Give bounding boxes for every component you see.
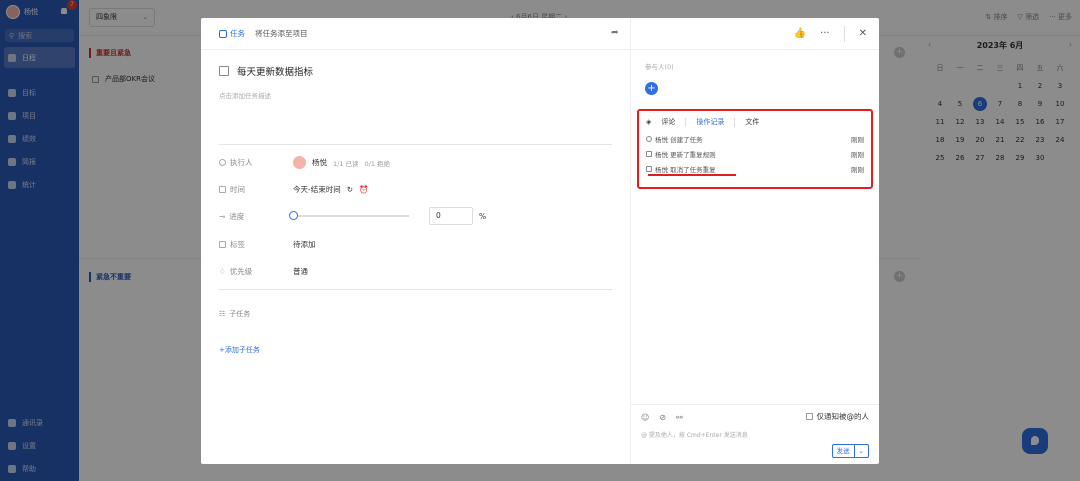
chevron-down-icon[interactable]: ⌄ [853,445,868,457]
user-icon [219,159,226,166]
task-detail-right: 👍 ··· ✕ 参与人(0) + ◈ 评论 操作记录 文件 杨悦 创建了任务 刚… [631,18,879,464]
close-icon[interactable]: ✕ [859,28,867,39]
time-row: 时间 今天-结束时间 ↻ ⏰ [219,184,368,195]
tag-label: 标签 [219,239,293,250]
add-participant-button[interactable]: + [645,82,658,95]
tab-activity-log[interactable]: 操作记录 [696,117,724,127]
comment-composer: ☺ ⊘ ⚯ 仅通知被@的人 @ 提及他人，按 Cmd+Enter 发送消息 发送… [631,404,879,464]
time-label: 时间 [219,184,293,195]
progress-slider-handle[interactable] [289,211,298,220]
log-time: 刚刚 [851,151,864,159]
thumbs-up-icon[interactable]: 👍 [794,28,806,39]
task-detail-left: 任务 将任务添至项目 ➦ 每天更新数据指标 点击添加任务描述 执行人 杨悦 1/… [201,18,631,464]
participants-label: 参与人(0) [645,63,674,71]
assignee-reject-count: 0/1 拒绝 [364,159,391,168]
priority-label: ♢ 优先级 [219,266,293,277]
assignee-row: 执行人 杨悦 1/1 已读 0/1 拒绝 [219,156,390,169]
link-icon[interactable]: ⚯ [676,413,683,422]
assignee-label-text: 执行人 [230,158,253,167]
composer-toolbar: ☺ ⊘ ⚯ [641,413,683,422]
subtask-label-text: 子任务 [229,310,251,318]
tag-label-text: 标签 [230,240,245,249]
task-title[interactable]: 每天更新数据指标 [237,64,313,78]
progress-slider[interactable] [289,211,409,220]
avatar [293,156,306,169]
emoji-icon[interactable]: ☺ [641,413,649,422]
log-time: 刚刚 [851,136,864,144]
comment-input[interactable]: @ 提及他人，按 Cmd+Enter 发送消息 [641,430,748,439]
checkbox-icon [219,29,227,38]
progress-unit: % [479,211,487,221]
assignee-label: 执行人 [219,157,293,168]
activity-panel: ◈ 评论 操作记录 文件 杨悦 创建了任务 刚刚 杨悦 更新了重复规则 刚刚 杨… [637,109,873,189]
tag-icon [219,241,226,248]
divider [219,289,612,290]
list-item: 杨悦 创建了任务 刚刚 [646,134,864,144]
assignee-name: 杨悦 [312,158,327,167]
doc-icon [646,151,652,157]
time-value[interactable]: 今天-结束时间 ↻ ⏰ [293,184,368,195]
divider [843,25,845,42]
repeat-icon[interactable]: ↻ [347,185,353,194]
plus-circle-icon [646,136,652,142]
add-subtask-button[interactable]: +添加子任务 [219,345,260,355]
tab-files[interactable]: 文件 [745,117,759,127]
subtask-label: ☷ 子任务 [219,309,250,319]
progress-label-text: 进度 [229,211,245,221]
assignee-value[interactable]: 杨悦 1/1 已读 0/1 拒绝 [293,156,390,169]
progress-label: ⊸ 进度 [219,211,293,222]
layers-icon: ◈ [646,118,652,126]
share-icon[interactable]: ➦ [611,29,620,38]
time-label-text: 时间 [230,185,245,194]
doc-icon [646,166,652,172]
task-complete-checkbox[interactable] [219,66,229,76]
priority-icon: ♢ [219,267,226,276]
calendar-icon [219,186,226,193]
list-item: 杨悦 取消了任务重复 刚刚 [646,164,864,174]
divider [734,117,736,127]
add-to-project-button[interactable]: 将任务添至项目 [255,28,308,39]
task-type-tag[interactable]: 任务 [219,28,245,39]
tag-row: 标签 待添加 [219,239,316,250]
right-header: 👍 ··· ✕ [631,18,879,50]
tag-value[interactable]: 待添加 [293,239,316,250]
log-text: 杨悦 更新了重复规则 [655,151,716,159]
divider [685,117,687,127]
modal-header: 任务 将任务添至项目 [201,18,630,50]
tab-comments[interactable]: 评论 [661,117,675,127]
task-title-row: 每天更新数据指标 [219,64,313,78]
log-time: 刚刚 [851,166,864,174]
notify-mentions-option[interactable]: 仅通知被@的人 [805,411,870,422]
alarm-icon[interactable]: ⏰ [359,185,368,194]
attachment-icon[interactable]: ⊘ [659,413,666,422]
notify-label: 仅通知被@的人 [816,412,870,421]
log-text: 杨悦 取消了任务重复 [655,166,716,174]
subtask-icon: ☷ [219,310,226,318]
list-item: 杨悦 更新了重复规则 刚刚 [646,149,864,159]
notify-checkbox[interactable] [805,413,813,420]
assignee-read-count: 1/1 已读 [333,159,359,168]
send-button[interactable]: 发送 ⌄ [831,444,869,458]
highlight-underline [648,174,736,176]
progress-icon: ⊸ [219,211,226,221]
send-label: 发送 [836,447,850,455]
log-text: 杨悦 创建了任务 [655,136,703,144]
priority-label-text: 优先级 [229,267,253,276]
progress-row: ⊸ 进度 0 % [219,207,486,225]
activity-tabs: ◈ 评论 操作记录 文件 [646,115,864,129]
progress-value: 0 % [289,207,487,225]
priority-value[interactable]: 普通 [293,266,308,277]
task-type-label: 任务 [230,29,245,38]
task-detail-modal: 任务 将任务添至项目 ➦ 每天更新数据指标 点击添加任务描述 执行人 杨悦 1/… [201,18,879,464]
divider [219,144,612,145]
task-description[interactable]: 点击添加任务描述 [219,90,271,100]
time-value-text: 今天-结束时间 [293,185,341,194]
progress-input[interactable]: 0 [429,207,473,225]
priority-row: ♢ 优先级 普通 [219,266,308,277]
more-icon[interactable]: ··· [820,28,830,39]
